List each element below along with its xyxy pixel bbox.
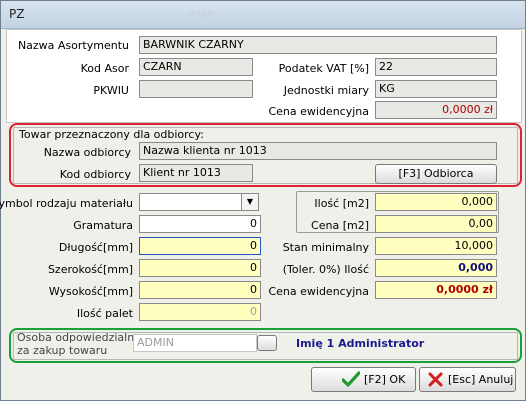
ilosc-m2-field[interactable]: 0,000 [375,193,497,211]
stan-minimalny-field[interactable]: 10,000 [375,237,497,255]
szerokosc-field[interactable]: 0 [139,259,261,277]
ok-button[interactable]: [F2] OK [311,367,416,392]
wysokosc-field[interactable]: 0 [139,281,261,299]
gramatura-label: Gramatura [73,219,133,232]
ghost-title-2: ...ange [179,8,214,19]
kod-asor-label: Kod Asor [80,62,129,75]
ilosc-palet-field[interactable]: 0 [139,303,261,321]
nazwa-odbiorcy-label: Nazwa odbiorcy [43,146,131,159]
ilosc-m2-label: Ilość [m2] [314,197,369,210]
toler-ilosc-field[interactable]: 0,000 [375,259,497,277]
szerokosc-label: Szerokość[mm] [47,263,133,276]
close-icon [428,372,443,395]
osoba-field[interactable]: ADMIN [133,334,257,352]
dlugosc-field[interactable]: 0 [139,237,261,255]
vat-label: Podatek VAT [%] [278,62,369,75]
ilosc-palet-label: Ilość palet [76,307,133,320]
stan-minimalny-label: Stan minimalny [282,241,369,254]
check-icon [341,371,361,395]
title-bar: PZ ... ...ange [1,1,525,29]
odbiorca-section-label: Towar przeznaczony dla odbiorcy: [19,128,204,141]
jednostki-label: Jednostki miary [283,84,369,97]
osoba-name: Imię 1 Administrator [296,337,425,350]
kod-asor-field[interactable]: CZARN [139,58,253,76]
dlugosc-label: Długość[mm] [58,241,133,254]
cena-m2-field[interactable]: 0,00 [375,215,497,233]
cena-ewidencyjna-2-field[interactable]: 0,0000 zł [375,281,497,299]
nazwa-asortymentu-label: Nazwa Asortymentu [17,39,129,52]
wysokosc-label: Wysokość[mm] [48,285,133,298]
symbol-label: Symbol rodzaju materiału [0,197,133,210]
ok-label: [F2] OK [364,373,406,386]
pkwiu-field[interactable] [139,80,253,98]
toler-ilosc-label: (Toler. 0%) Ilość [282,263,369,276]
osoba-lookup-button[interactable] [257,335,277,351]
symbol-select[interactable]: ▼ [139,193,259,211]
kod-odbiorcy-field[interactable]: Klient nr 1013 [139,164,253,182]
cena-ewidencyjna-2-label: Cena ewidencyjna [268,285,369,298]
chevron-down-icon[interactable]: ▼ [241,194,258,210]
cena-ewidencyjna-field[interactable]: 0,0000 zł [375,101,497,119]
osoba-label-line1: Osoba odpowiedzialna [17,331,141,344]
nazwa-asortymentu-field[interactable]: BARWNIK CZARNY [139,36,497,54]
cancel-label: [Esc] Anuluj [448,373,514,386]
osoba-label: Osoba odpowiedzialna za zakup towaru [17,331,141,357]
osoba-label-line2: za zakup towaru [17,344,108,357]
pkwiu-label: PKWIU [93,84,129,97]
cena-m2-label: Cena [m2] [311,219,369,232]
cancel-button[interactable]: [Esc] Anuluj [419,367,516,392]
nazwa-odbiorcy-field[interactable]: Nazwa klienta nr 1013 [139,142,497,160]
ghost-title-1: ... [71,8,81,19]
cena-ewidencyjna-label: Cena ewidencyjna [268,105,369,118]
pz-window: PZ ... ...ange Nazwa Asortymentu BARWNIK… [0,0,526,401]
kod-odbiorcy-label: Kod odbiorcy [59,168,131,181]
odbiorca-button[interactable]: [F3] Odbiorca [375,164,497,184]
jednostki-field[interactable]: KG [375,80,497,98]
window-title: PZ [9,7,25,21]
gramatura-field[interactable]: 0 [139,215,261,233]
vat-field[interactable]: 22 [375,58,497,76]
